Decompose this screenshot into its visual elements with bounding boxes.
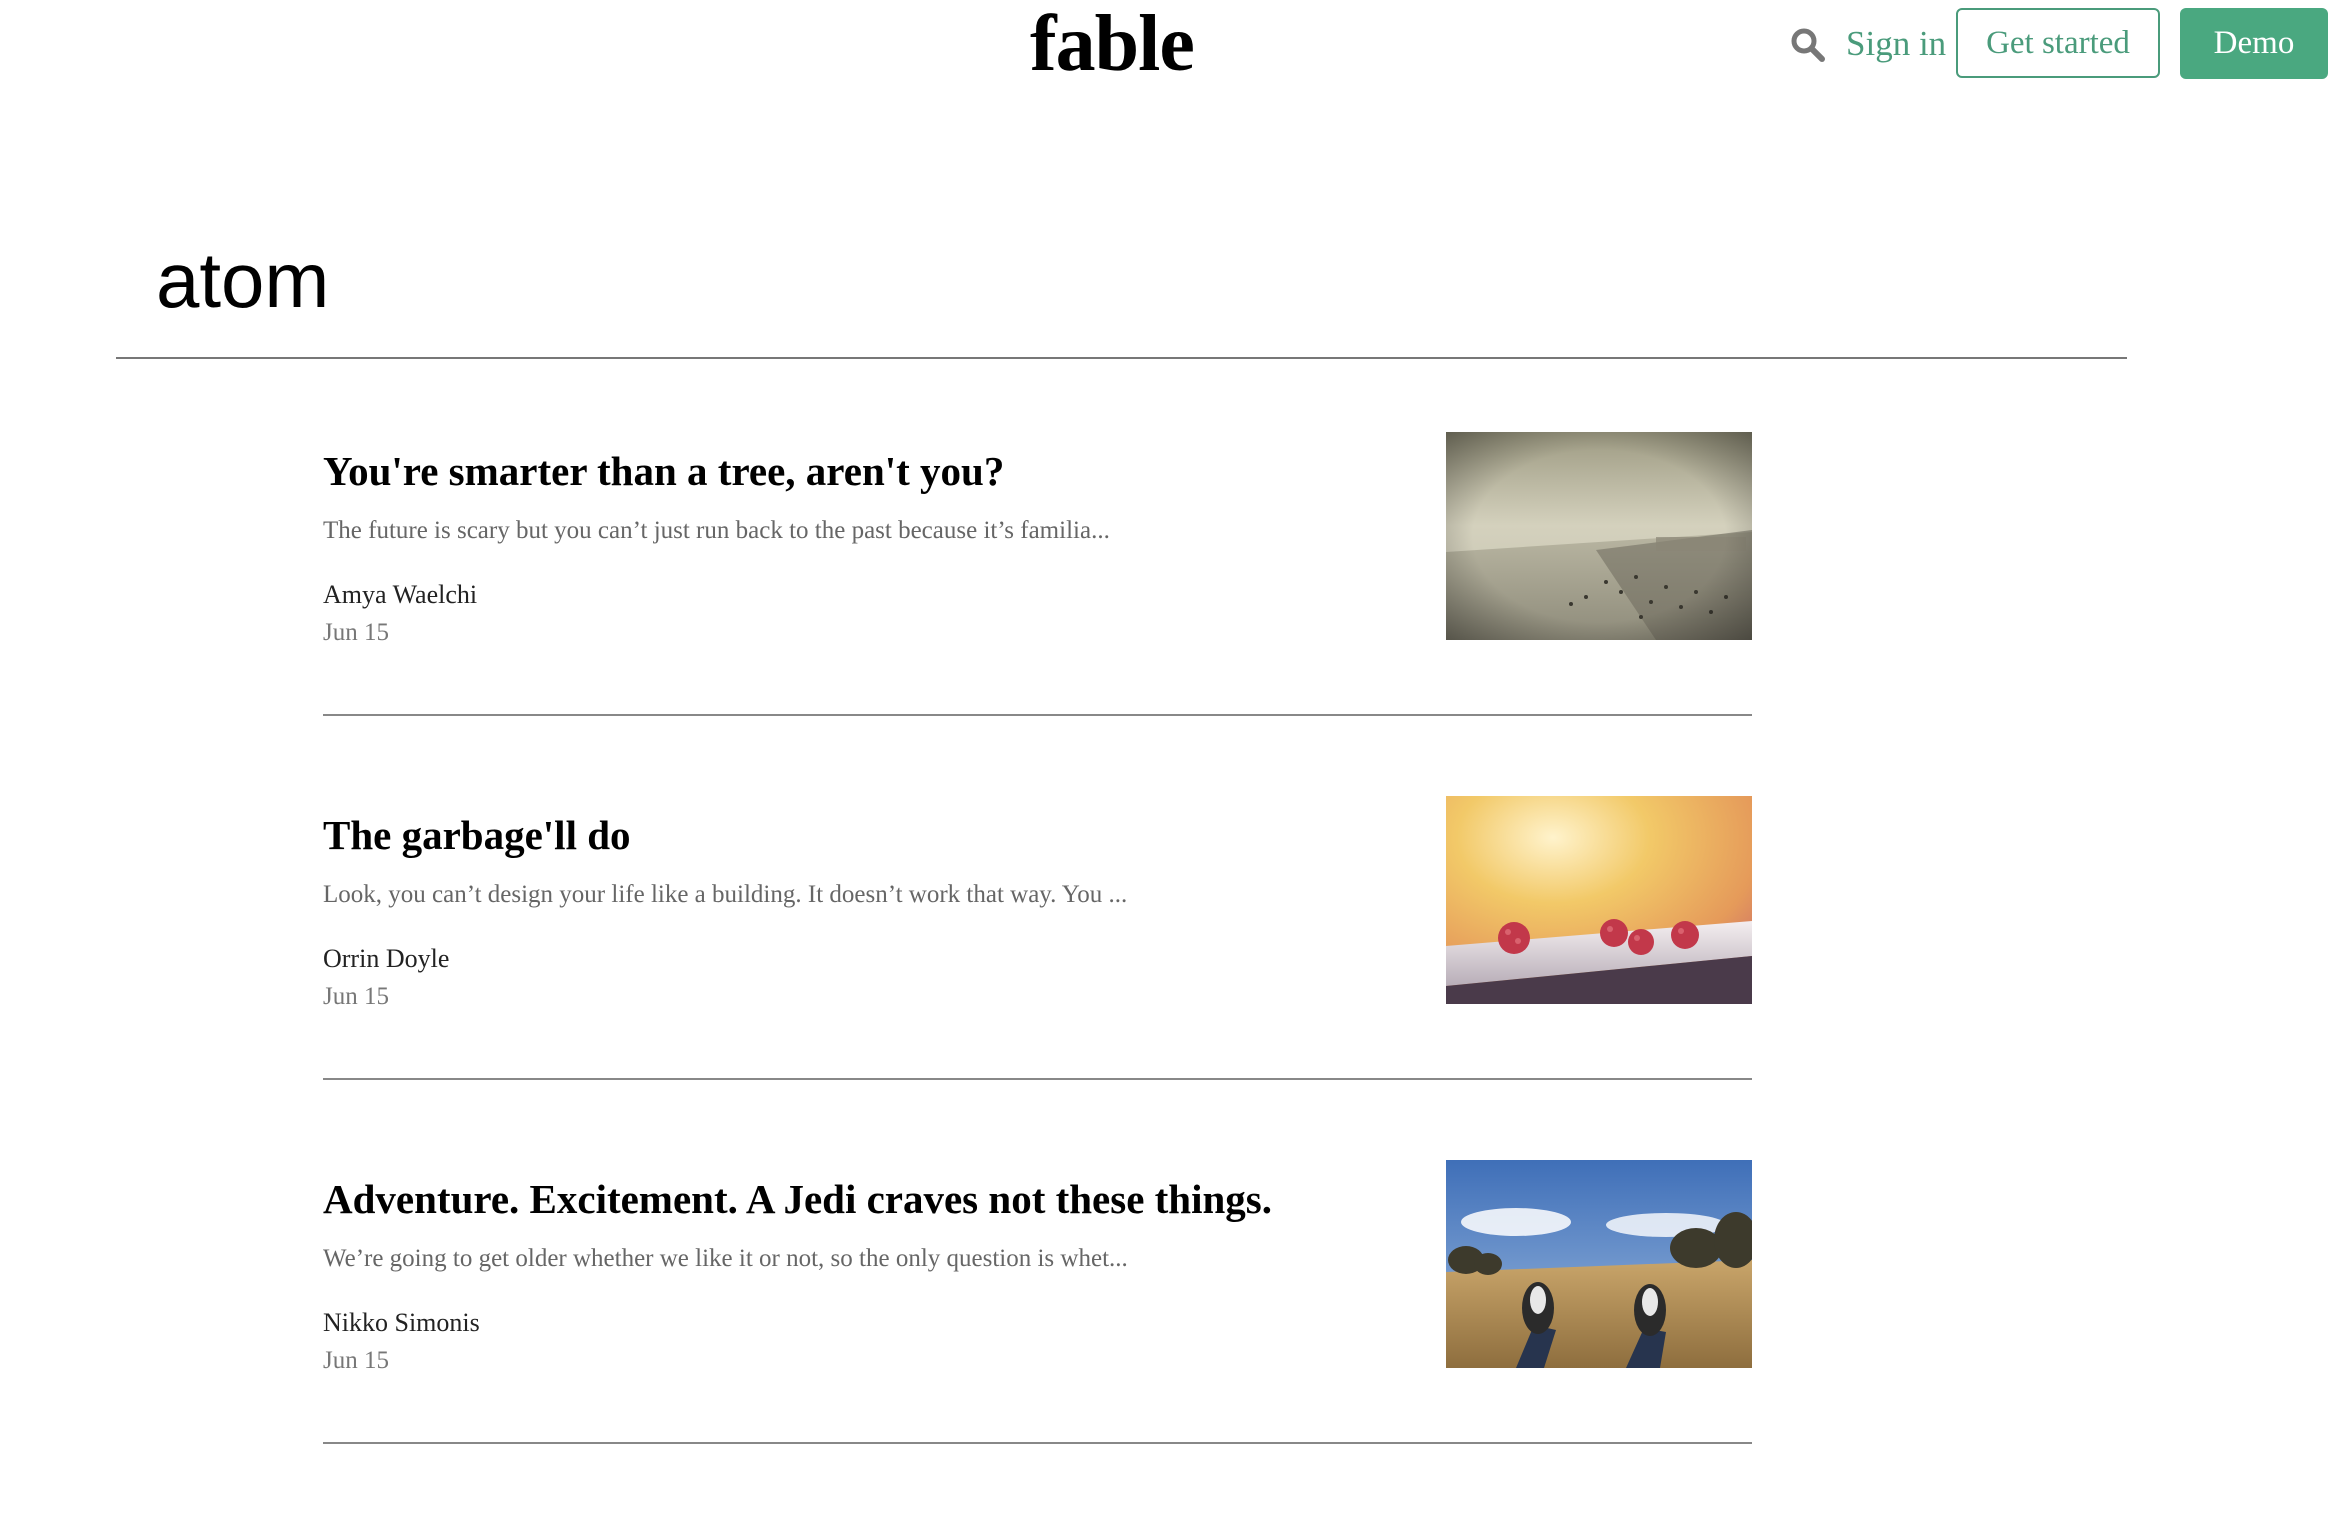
post-card: You're smarter than a tree, aren't you? … <box>323 432 1752 801</box>
post-divider <box>323 1442 1752 1444</box>
demo-button[interactable]: Demo <box>2180 8 2328 79</box>
post-title[interactable]: The garbage'll do <box>323 805 631 865</box>
post-thumbnail-beach[interactable] <box>1446 432 1752 640</box>
post-thumbnail-field[interactable] <box>1446 1160 1752 1368</box>
site-header: fable Sign in Get started Demo <box>0 0 2328 100</box>
post-title[interactable]: Adventure. Excitement. A Jedi craves not… <box>323 1169 1272 1229</box>
post-author[interactable]: Amya Waelchi <box>323 577 477 613</box>
sign-in-link[interactable]: Sign in <box>1846 20 1946 68</box>
post-divider <box>323 1078 1752 1080</box>
get-started-button[interactable]: Get started <box>1956 8 2160 78</box>
site-logo[interactable]: fable <box>1030 2 1195 86</box>
post-date: Jun 15 <box>323 1347 389 1374</box>
post-author[interactable]: Nikko Simonis <box>323 1305 480 1341</box>
post-excerpt: The future is scary but you can’t just r… <box>323 517 1110 544</box>
post-divider <box>323 714 1752 716</box>
search-icon[interactable] <box>1790 27 1826 63</box>
title-divider <box>116 357 2127 359</box>
post-date: Jun 15 <box>323 619 389 646</box>
post-excerpt: We’re going to get older whether we like… <box>323 1245 1128 1272</box>
page-title: atom <box>156 236 330 324</box>
post-card: Adventure. Excitement. A Jedi craves not… <box>323 1160 1752 1529</box>
post-thumbnail-raspberries[interactable] <box>1446 796 1752 1004</box>
post-title[interactable]: You're smarter than a tree, aren't you? <box>323 441 1004 501</box>
post-author[interactable]: Orrin Doyle <box>323 941 449 977</box>
post-card: The garbage'll do Look, you can’t design… <box>323 796 1752 1165</box>
post-excerpt: Look, you can’t design your life like a … <box>323 881 1128 908</box>
post-date: Jun 15 <box>323 983 389 1010</box>
